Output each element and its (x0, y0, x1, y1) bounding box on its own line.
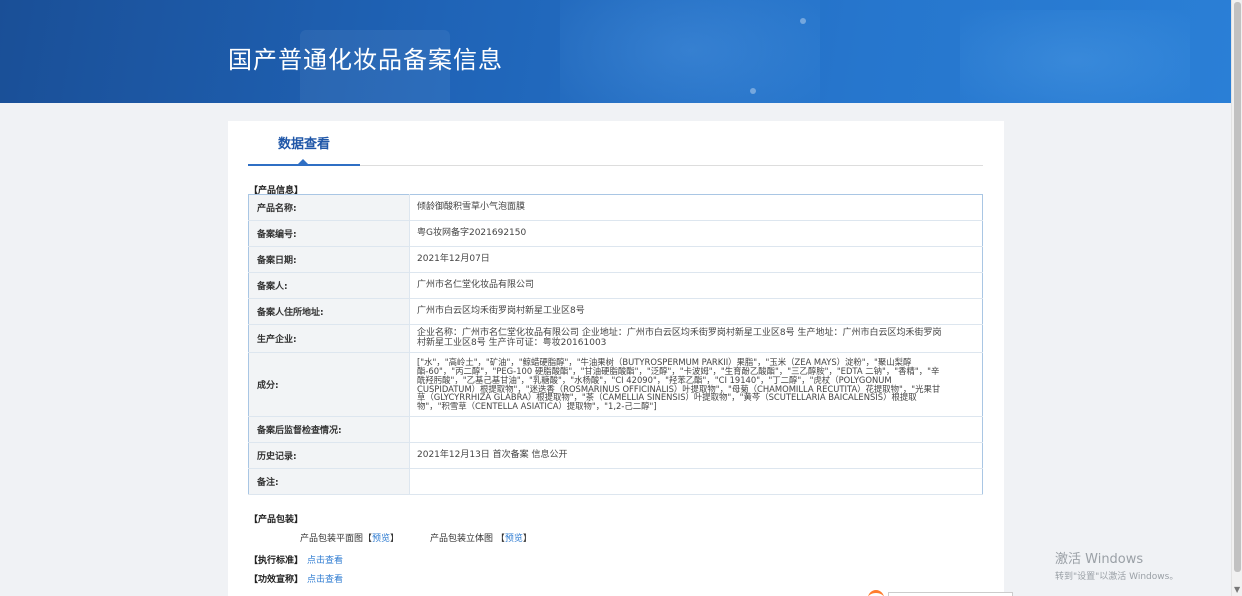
row-value: 广州市白云区均禾街罗岗村新星工业区8号 (409, 298, 983, 325)
efficacy-view-link[interactable]: 点击查看 (307, 575, 343, 585)
table-row: 产品名称: 倾龄御酸积雪草小气泡面膜 (248, 194, 983, 221)
packaging-section-title: 【产品包装】 (249, 515, 304, 525)
flame-icon (868, 590, 884, 596)
tab-label: 数据查看 (277, 137, 330, 152)
page-scrollbar[interactable]: ▼ (1231, 0, 1242, 596)
table-row: 备案人: 广州市名仁堂化妆品有限公司 (248, 272, 983, 299)
row-value: 广州市名仁堂化妆品有限公司 (409, 272, 983, 299)
solid-image-preview-link[interactable]: 预览 (505, 534, 523, 544)
row-value (409, 468, 983, 495)
row-value: 倾龄御酸积雪草小气泡面膜 (409, 194, 983, 221)
row-key: 生产企业: (248, 324, 410, 353)
table-row: 生产企业: 企业名称：广州市名仁堂化妆品有限公司 企业地址：广州市白云区均禾街罗… (248, 324, 983, 353)
table-row: 备案编号: 粤G妆网备字2021692150 (248, 220, 983, 247)
row-key: 备案后监督检查情况: (248, 416, 410, 443)
row-key: 备案日期: (248, 246, 410, 273)
floating-widget[interactable] (868, 590, 1014, 596)
efficacy-row: 【功效宣称】 点击查看 (249, 572, 343, 585)
banner-decoration (960, 10, 1190, 103)
banner-decoration (560, 0, 820, 103)
scrollbar-thumb[interactable] (1234, 2, 1241, 572)
tab-bar: 数据查看 (248, 121, 983, 166)
watermark-line1: 激活 Windows (1055, 552, 1144, 567)
floating-widget-box[interactable] (888, 592, 1013, 596)
row-value: 2021年12月07日 (409, 246, 983, 273)
row-key: 历史记录: (248, 442, 410, 469)
table-row: 备案后监督检查情况: (248, 416, 983, 443)
page-title: 国产普通化妆品备案信息 (228, 46, 503, 74)
scroll-down-arrow-icon[interactable]: ▼ (1234, 585, 1240, 594)
banner-decoration (800, 18, 806, 24)
row-key: 备案人: (248, 272, 410, 299)
packaging-links: 产品包装平面图【预览】 产品包装立体图 【预览】 (300, 531, 532, 544)
product-info-table: 产品名称: 倾龄御酸积雪草小气泡面膜 备案编号: 粤G妆网备字202169215… (248, 194, 983, 495)
windows-activation-watermark: 激活 Windows 转到"设置"以激活 Windows。 (1055, 548, 1178, 582)
header-banner: 国产普通化妆品备案信息 (0, 0, 1231, 103)
standard-row: 【执行标准】 点击查看 (249, 553, 343, 566)
row-key: 备注: (248, 468, 410, 495)
table-row: 备案日期: 2021年12月07日 (248, 246, 983, 273)
table-row: 备注: (248, 468, 983, 495)
row-key: 产品名称: (248, 194, 410, 221)
flat-image-preview-link[interactable]: 预览 (372, 534, 390, 544)
bracket-close: 】 (522, 534, 532, 544)
bracket-open: 【 (363, 534, 373, 544)
row-value: 粤G妆网备字2021692150 (409, 220, 983, 247)
row-value (409, 416, 983, 443)
table-row: 备案人住所地址: 广州市白云区均禾街罗岗村新星工业区8号 (248, 298, 983, 325)
row-key: 备案编号: (248, 220, 410, 247)
tab-data-view[interactable]: 数据查看 (248, 121, 360, 166)
table-row: 成分: ["水"，"高岭土"，"矿油"，"鲸蜡硬脂醇"，"牛油果树（BUTYRO… (248, 352, 983, 417)
row-value: 2021年12月13日 首次备案 信息公开 (409, 442, 983, 469)
row-value: 企业名称：广州市名仁堂化妆品有限公司 企业地址：广州市白云区均禾街罗岗村新星工业… (409, 324, 983, 353)
row-key: 备案人住所地址: (248, 298, 410, 325)
solid-image-label: 产品包装立体图 (429, 534, 493, 544)
watermark-line2: 转到"设置"以激活 Windows。 (1055, 572, 1179, 582)
content-card: 数据查看 【产品信息】 产品名称: 倾龄御酸积雪草小气泡面膜 备案编号: 粤G妆… (228, 121, 1004, 596)
table-row: 历史记录: 2021年12月13日 首次备案 信息公开 (248, 442, 983, 469)
standard-view-link[interactable]: 点击查看 (307, 556, 343, 566)
bracket-close: 】 (390, 534, 400, 544)
standard-label: 【执行标准】 (249, 556, 304, 566)
flat-image-label: 产品包装平面图 (300, 534, 364, 544)
banner-decoration (750, 88, 756, 94)
row-value: ["水"，"高岭土"，"矿油"，"鲸蜡硬脂醇"，"牛油果树（BUTYROSPER… (409, 352, 983, 417)
bracket-open: 【 (495, 534, 505, 544)
tab-active-indicator-icon (298, 159, 308, 164)
efficacy-label: 【功效宣称】 (249, 575, 304, 585)
row-key: 成分: (248, 352, 410, 417)
